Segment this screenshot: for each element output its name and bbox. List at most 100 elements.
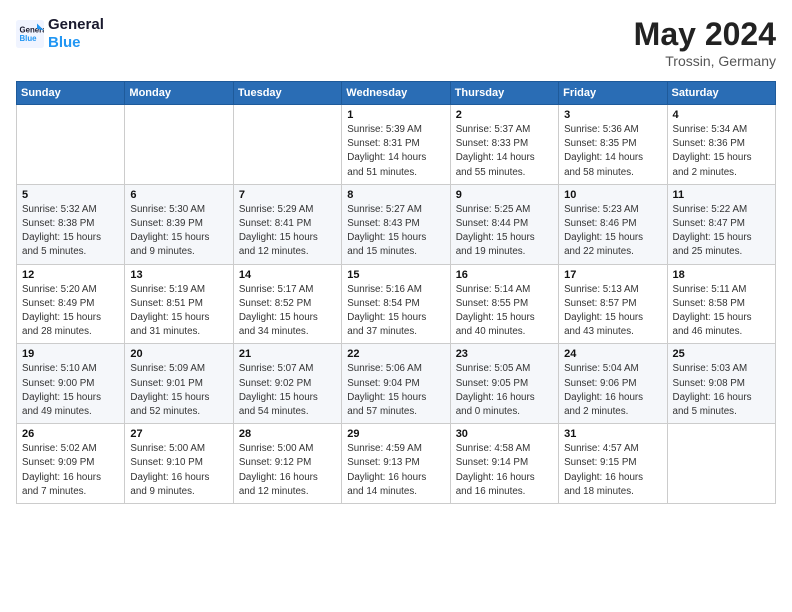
- day-info: Sunrise: 5:19 AMSunset: 8:51 PMDaylight:…: [130, 283, 227, 340]
- month-title: May 2024: [634, 16, 776, 53]
- calendar-table: SundayMondayTuesdayWednesdayThursdayFrid…: [16, 81, 776, 504]
- day-info: Sunrise: 5:06 AMSunset: 9:04 PMDaylight:…: [347, 362, 444, 419]
- title-area: May 2024 Trossin, Germany: [634, 16, 776, 69]
- calendar-week-2: 5Sunrise: 5:32 AMSunset: 8:38 PMDaylight…: [17, 184, 776, 264]
- day-number: 7: [239, 189, 336, 201]
- day-info: Sunrise: 5:00 AMSunset: 9:12 PMDaylight:…: [239, 442, 336, 499]
- day-info: Sunrise: 5:25 AMSunset: 8:44 PMDaylight:…: [456, 203, 553, 260]
- calendar-day-cell: 18Sunrise: 5:11 AMSunset: 8:58 PMDayligh…: [667, 264, 775, 344]
- day-info: Sunrise: 5:00 AMSunset: 9:10 PMDaylight:…: [130, 442, 227, 499]
- day-info: Sunrise: 5:30 AMSunset: 8:39 PMDaylight:…: [130, 203, 227, 260]
- calendar-day-cell: 25 Sunrise: 5:03 AMSunset: 9:08 PMDayligh…: [667, 344, 775, 424]
- day-number: 8: [347, 189, 444, 201]
- weekday-header-monday: Monday: [125, 82, 233, 105]
- day-number: 6: [130, 189, 227, 201]
- day-info: Sunrise: 5:34 AMSunset: 8:36 PMDaylight:…: [673, 123, 770, 180]
- logo-icon: General Blue: [16, 20, 44, 48]
- day-number: 11: [673, 189, 770, 201]
- day-number: 23: [456, 348, 553, 360]
- day-info: Sunrise: 5:13 AMSunset: 8:57 PMDaylight:…: [564, 283, 661, 340]
- calendar-day-cell: 1Sunrise: 5:39 AMSunset: 8:31 PMDaylight…: [342, 105, 450, 185]
- day-info: Sunrise: 4:59 AMSunset: 9:13 PMDaylight:…: [347, 442, 444, 499]
- calendar-day-cell: 6 Sunrise: 5:30 AMSunset: 8:39 PMDaylight…: [125, 184, 233, 264]
- calendar-day-cell: 24 Sunrise: 5:04 AMSunset: 9:06 PMDayligh…: [559, 344, 667, 424]
- day-info: Sunrise: 5:05 AMSunset: 9:05 PMDaylight:…: [456, 362, 553, 419]
- day-info: Sunrise: 5:22 AMSunset: 8:47 PMDaylight:…: [673, 203, 770, 260]
- day-number: 30: [456, 428, 553, 440]
- calendar-week-1: 1Sunrise: 5:39 AMSunset: 8:31 PMDaylight…: [17, 105, 776, 185]
- day-info: Sunrise: 5:37 AMSunset: 8:33 PMDaylight:…: [456, 123, 553, 180]
- calendar-day-cell: 7 Sunrise: 5:29 AMSunset: 8:41 PMDaylight…: [233, 184, 341, 264]
- weekday-header-thursday: Thursday: [450, 82, 558, 105]
- weekday-header-saturday: Saturday: [667, 82, 775, 105]
- location: Trossin, Germany: [634, 53, 776, 69]
- calendar-day-cell: [125, 105, 233, 185]
- day-info: Sunrise: 5:27 AMSunset: 8:43 PMDaylight:…: [347, 203, 444, 260]
- day-info: Sunrise: 5:36 AMSunset: 8:35 PMDaylight:…: [564, 123, 661, 180]
- day-number: 29: [347, 428, 444, 440]
- page-header: General Blue General Blue May 2024 Tross…: [16, 16, 776, 69]
- day-number: 15: [347, 269, 444, 281]
- day-number: 25: [673, 348, 770, 360]
- calendar-day-cell: [17, 105, 125, 185]
- day-info: Sunrise: 5:39 AMSunset: 8:31 PMDaylight:…: [347, 123, 444, 180]
- calendar-day-cell: [233, 105, 341, 185]
- day-number: 12: [22, 269, 119, 281]
- day-number: 22: [347, 348, 444, 360]
- day-info: Sunrise: 5:10 AMSunset: 9:00 PMDaylight:…: [22, 362, 119, 419]
- day-number: 3: [564, 109, 661, 121]
- svg-text:General: General: [20, 25, 45, 34]
- day-number: 21: [239, 348, 336, 360]
- weekday-header-row: SundayMondayTuesdayWednesdayThursdayFrid…: [17, 82, 776, 105]
- day-info: Sunrise: 5:03 AMSunset: 9:08 PMDaylight:…: [673, 362, 770, 419]
- day-info: Sunrise: 5:07 AMSunset: 9:02 PMDaylight:…: [239, 362, 336, 419]
- day-number: 4: [673, 109, 770, 121]
- day-info: Sunrise: 5:11 AMSunset: 8:58 PMDaylight:…: [673, 283, 770, 340]
- day-number: 16: [456, 269, 553, 281]
- svg-text:Blue: Blue: [20, 34, 38, 43]
- day-info: Sunrise: 5:09 AMSunset: 9:01 PMDaylight:…: [130, 362, 227, 419]
- calendar-day-cell: 14Sunrise: 5:17 AMSunset: 8:52 PMDayligh…: [233, 264, 341, 344]
- day-info: Sunrise: 5:02 AMSunset: 9:09 PMDaylight:…: [22, 442, 119, 499]
- calendar-day-cell: 8 Sunrise: 5:27 AMSunset: 8:43 PMDaylight…: [342, 184, 450, 264]
- calendar-day-cell: 3 Sunrise: 5:36 AMSunset: 8:35 PMDaylight…: [559, 105, 667, 185]
- calendar-day-cell: 29 Sunrise: 4:59 AMSunset: 9:13 PMDayligh…: [342, 424, 450, 504]
- day-number: 5: [22, 189, 119, 201]
- day-number: 24: [564, 348, 661, 360]
- day-number: 27: [130, 428, 227, 440]
- calendar-day-cell: 11 Sunrise: 5:22 AMSunset: 8:47 PMDayligh…: [667, 184, 775, 264]
- day-number: 19: [22, 348, 119, 360]
- weekday-header-wednesday: Wednesday: [342, 82, 450, 105]
- day-number: 17: [564, 269, 661, 281]
- calendar-week-4: 19 Sunrise: 5:10 AMSunset: 9:00 PMDayligh…: [17, 344, 776, 424]
- calendar-day-cell: 17 Sunrise: 5:13 AMSunset: 8:57 PMDayligh…: [559, 264, 667, 344]
- calendar-day-cell: 4 Sunrise: 5:34 AMSunset: 8:36 PMDaylight…: [667, 105, 775, 185]
- calendar-day-cell: 28 Sunrise: 5:00 AMSunset: 9:12 PMDayligh…: [233, 424, 341, 504]
- calendar-week-3: 12 Sunrise: 5:20 AMSunset: 8:49 PMDayligh…: [17, 264, 776, 344]
- day-number: 26: [22, 428, 119, 440]
- day-number: 28: [239, 428, 336, 440]
- day-number: 14: [239, 269, 336, 281]
- calendar-day-cell: 13Sunrise: 5:19 AMSunset: 8:51 PMDayligh…: [125, 264, 233, 344]
- calendar-week-5: 26 Sunrise: 5:02 AMSunset: 9:09 PMDayligh…: [17, 424, 776, 504]
- logo-general: General: [48, 16, 104, 34]
- calendar-day-cell: 26 Sunrise: 5:02 AMSunset: 9:09 PMDayligh…: [17, 424, 125, 504]
- day-number: 9: [456, 189, 553, 201]
- calendar-day-cell: 9 Sunrise: 5:25 AMSunset: 8:44 PMDaylight…: [450, 184, 558, 264]
- calendar-day-cell: 20Sunrise: 5:09 AMSunset: 9:01 PMDayligh…: [125, 344, 233, 424]
- calendar-day-cell: 2 Sunrise: 5:37 AMSunset: 8:33 PMDaylight…: [450, 105, 558, 185]
- weekday-header-tuesday: Tuesday: [233, 82, 341, 105]
- day-info: Sunrise: 5:04 AMSunset: 9:06 PMDaylight:…: [564, 362, 661, 419]
- day-info: Sunrise: 5:29 AMSunset: 8:41 PMDaylight:…: [239, 203, 336, 260]
- day-info: Sunrise: 5:20 AMSunset: 8:49 PMDaylight:…: [22, 283, 119, 340]
- day-info: Sunrise: 4:57 AMSunset: 9:15 PMDaylight:…: [564, 442, 661, 499]
- calendar-day-cell: 10Sunrise: 5:23 AMSunset: 8:46 PMDayligh…: [559, 184, 667, 264]
- day-info: Sunrise: 4:58 AMSunset: 9:14 PMDaylight:…: [456, 442, 553, 499]
- day-info: Sunrise: 5:16 AMSunset: 8:54 PMDaylight:…: [347, 283, 444, 340]
- calendar-day-cell: 27 Sunrise: 5:00 AMSunset: 9:10 PMDayligh…: [125, 424, 233, 504]
- day-number: 10: [564, 189, 661, 201]
- calendar-day-cell: 23 Sunrise: 5:05 AMSunset: 9:05 PMDayligh…: [450, 344, 558, 424]
- calendar-day-cell: 21 Sunrise: 5:07 AMSunset: 9:02 PMDayligh…: [233, 344, 341, 424]
- day-number: 2: [456, 109, 553, 121]
- calendar-day-cell: 30 Sunrise: 4:58 AMSunset: 9:14 PMDayligh…: [450, 424, 558, 504]
